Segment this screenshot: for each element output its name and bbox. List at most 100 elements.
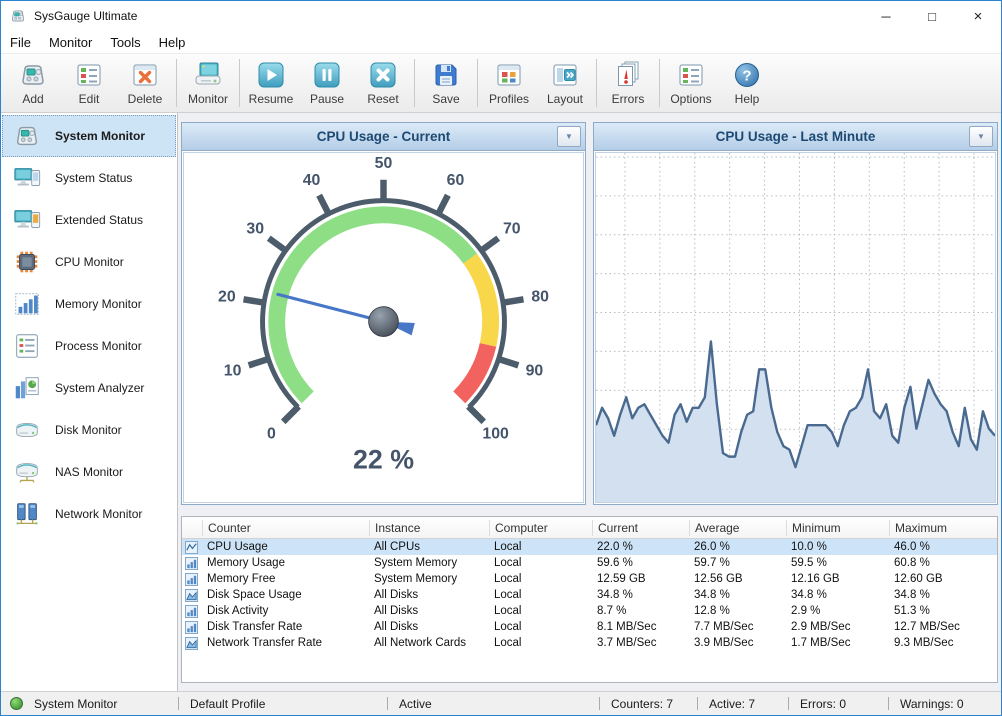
table-row[interactable]: Disk Space UsageAll DisksLocal34.8 %34.8… xyxy=(182,587,997,603)
table-cell: 8.1 MB/Sec xyxy=(592,621,689,633)
system-analyzer-icon xyxy=(12,373,42,403)
save-button[interactable]: Save xyxy=(418,56,474,110)
history-panel: CPU Usage - Last Minute ▼ xyxy=(593,122,998,505)
toolbar-separator xyxy=(414,59,415,107)
table-cell: 12.8 % xyxy=(689,605,786,617)
table-cell: 59.7 % xyxy=(689,557,786,569)
table-cell: Disk Space Usage xyxy=(202,589,369,601)
add-label: Add xyxy=(22,92,43,106)
table-row[interactable]: Network Transfer RateAll Network CardsLo… xyxy=(182,635,997,651)
header-computer[interactable]: Computer xyxy=(489,520,592,536)
status-active-section: Active: 7 xyxy=(698,692,788,715)
table-row[interactable]: Disk Transfer RateAll DisksLocal8.1 MB/S… xyxy=(182,619,997,635)
table-row[interactable]: Memory FreeSystem MemoryLocal12.59 GB12.… xyxy=(182,571,997,587)
header-maximum[interactable]: Maximum xyxy=(889,520,997,536)
header-instance[interactable]: Instance xyxy=(369,520,489,536)
table-cell: Local xyxy=(489,621,592,633)
counter-type-icon xyxy=(182,541,202,554)
table-cell: 22.0 % xyxy=(592,541,689,553)
counter-type-icon xyxy=(182,573,202,586)
counter-type-icon xyxy=(182,621,202,634)
table-cell: All Disks xyxy=(369,589,489,601)
maximize-button[interactable]: □ xyxy=(909,1,955,31)
monitor-label: Monitor xyxy=(188,92,228,106)
svg-text:40: 40 xyxy=(303,172,321,189)
toolbar-separator xyxy=(176,59,177,107)
pause-icon xyxy=(311,59,343,91)
errors-label: Errors xyxy=(612,92,645,106)
sidebar-item-network-monitor[interactable]: Network Monitor xyxy=(2,493,176,535)
sidebar-item-extended-status[interactable]: Extended Status xyxy=(2,199,176,241)
layout-button[interactable]: Layout xyxy=(537,56,593,110)
table-cell: 12.16 GB xyxy=(786,573,889,585)
sidebar-item-system-analyzer[interactable]: System Analyzer xyxy=(2,367,176,409)
table-cell: Local xyxy=(489,605,592,617)
menu-monitor[interactable]: Monitor xyxy=(40,31,101,53)
table-cell: 34.8 % xyxy=(786,589,889,601)
status-state-section: Active xyxy=(388,692,599,715)
header-current[interactable]: Current xyxy=(592,520,689,536)
reset-button[interactable]: Reset xyxy=(355,56,411,110)
add-button[interactable]: Add xyxy=(5,56,61,110)
table-cell: Local xyxy=(489,589,592,601)
table-cell: 34.8 % xyxy=(592,589,689,601)
help-button[interactable]: ? Help xyxy=(719,56,775,110)
edit-button[interactable]: Edit xyxy=(61,56,117,110)
minimize-button[interactable]: ─ xyxy=(863,1,909,31)
counter-type-icon xyxy=(182,605,202,618)
header-counter[interactable]: Counter xyxy=(202,520,369,536)
status-warnings-section: Warnings: 0 xyxy=(889,692,1001,715)
table-row[interactable]: Disk ActivityAll DisksLocal8.7 %12.8 %2.… xyxy=(182,603,997,619)
table-cell: 2.9 MB/Sec xyxy=(786,621,889,633)
delete-button[interactable]: Delete xyxy=(117,56,173,110)
extended-status-icon xyxy=(12,205,42,235)
pause-button[interactable]: Pause xyxy=(299,56,355,110)
sidebar-item-system-status[interactable]: System Status xyxy=(2,157,176,199)
resume-button[interactable]: Resume xyxy=(243,56,299,110)
history-panel-header: CPU Usage - Last Minute ▼ xyxy=(594,123,997,151)
history-panel-menu-button[interactable]: ▼ xyxy=(969,126,993,147)
status-errors: Errors: 0 xyxy=(789,697,846,711)
sidebar-label: Memory Monitor xyxy=(55,297,142,311)
close-button[interactable]: × xyxy=(955,1,1001,31)
menu-help[interactable]: Help xyxy=(150,31,195,53)
system-status-icon xyxy=(12,163,42,193)
header-average[interactable]: Average xyxy=(689,520,786,536)
status-monitor-name: System Monitor xyxy=(23,697,117,711)
sidebar-item-cpu-monitor[interactable]: CPU Monitor xyxy=(2,241,176,283)
sidebar-item-system-monitor[interactable]: System Monitor xyxy=(2,115,176,157)
resume-icon xyxy=(255,59,287,91)
layout-icon xyxy=(549,59,581,91)
sidebar-label: Process Monitor xyxy=(55,339,142,353)
table-row[interactable]: CPU UsageAll CPUsLocal22.0 %26.0 %10.0 %… xyxy=(182,539,997,555)
errors-button[interactable]: Errors xyxy=(600,56,656,110)
status-counters-section: Counters: 7 xyxy=(600,692,697,715)
table-cell: 3.7 MB/Sec xyxy=(592,637,689,649)
table-cell: 46.0 % xyxy=(889,541,997,553)
options-button[interactable]: Options xyxy=(663,56,719,110)
sidebar-label: System Analyzer xyxy=(55,381,144,395)
menubar: File Monitor Tools Help xyxy=(1,31,1001,54)
profiles-button[interactable]: Profiles xyxy=(481,56,537,110)
status-counters: Counters: 7 xyxy=(600,697,673,711)
table-cell: All CPUs xyxy=(369,541,489,553)
sidebar-item-nas-monitor[interactable]: NAS Monitor xyxy=(2,451,176,493)
help-icon: ? xyxy=(731,59,763,91)
sidebar-item-memory-monitor[interactable]: Memory Monitor xyxy=(2,283,176,325)
layout-label: Layout xyxy=(547,92,583,106)
monitor-button[interactable]: Monitor xyxy=(180,56,236,110)
table-cell: Memory Free xyxy=(202,573,369,585)
gauge-panel-menu-button[interactable]: ▼ xyxy=(557,126,581,147)
body: System Monitor System Status Extended St… xyxy=(1,113,1001,691)
table-row[interactable]: Memory UsageSystem MemoryLocal59.6 %59.7… xyxy=(182,555,997,571)
sidebar-item-process-monitor[interactable]: Process Monitor xyxy=(2,325,176,367)
header-minimum[interactable]: Minimum xyxy=(786,520,889,536)
menu-tools[interactable]: Tools xyxy=(101,31,149,53)
status-warnings: Warnings: 0 xyxy=(889,697,964,711)
table-cell: 26.0 % xyxy=(689,541,786,553)
pause-label: Pause xyxy=(310,92,344,106)
app-window: SysGauge Ultimate ─ □ × File Monitor Too… xyxy=(0,0,1002,716)
table-cell: Disk Transfer Rate xyxy=(202,621,369,633)
sidebar-item-disk-monitor[interactable]: Disk Monitor xyxy=(2,409,176,451)
menu-file[interactable]: File xyxy=(1,31,40,53)
